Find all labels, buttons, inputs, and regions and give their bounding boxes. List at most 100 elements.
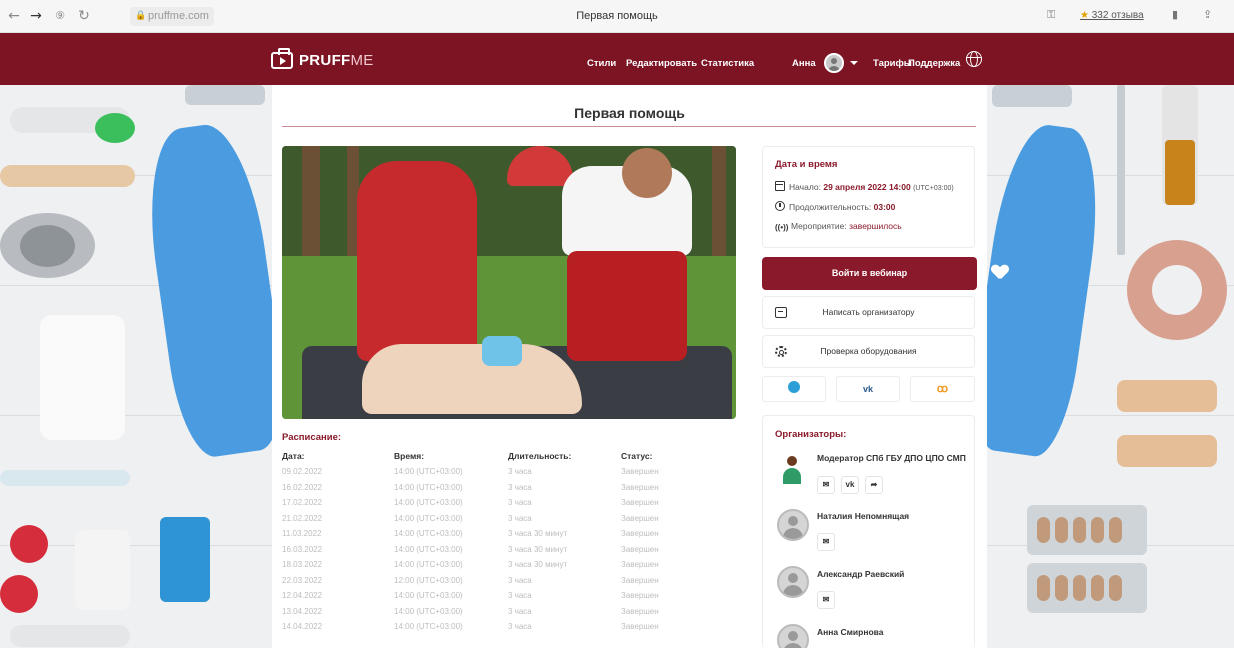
schedule-date: 16.02.2022 [282,482,323,492]
status-value: завершилось [849,221,902,231]
mail-icon[interactable]: ✉ [817,533,835,551]
timezone: (UTC+03:00) [913,185,954,192]
schedule-date: 11.03.2022 [282,529,322,538]
schedule-status: Завершен [621,544,659,554]
schedule-status: Завершен [621,529,659,538]
calendar-icon [775,181,785,191]
schedule-duration: 3 часа 30 минут [508,560,568,569]
user-name[interactable]: Анна [792,58,816,69]
schedule-header-time: Время: [394,451,425,461]
table-row: 22.03.2022 12:00 (UTC+03:00) 3 часа Заверше… [282,576,722,591]
schedule-time: 14:00 (UTC+03:00) [394,606,463,616]
schedule-status: Завершен [621,591,659,600]
share-page-icon[interactable]: ⇪ [1203,8,1212,21]
schedule-status: Завершен [621,575,659,585]
equipment-check-button[interactable]: Проверка оборудования [762,335,975,368]
share-vk-button[interactable]: vk [836,376,900,402]
schedule-date: 21.02.2022 [282,513,323,523]
schedule-duration: 3 часа 30 минут [508,544,568,554]
nav-styles[interactable]: Стили [587,58,616,69]
background-image-right [987,85,1234,648]
schedule-time: 14:00 (UTC+03:00) [394,467,463,476]
schedule-date: 09.02.2022 [282,467,323,476]
reviews-link[interactable]: ★ 332 отзыва [1080,10,1144,21]
mail-icon[interactable]: ✉ [817,591,835,609]
organizer-avatar [777,624,809,648]
organizer-avatar [777,566,809,598]
globe-icon[interactable] [966,51,982,67]
star-icon: ★ [1080,10,1089,21]
schedule-time: 14:00 (UTC+03:00) [394,498,463,507]
page-title: Первая помощь [574,105,685,121]
nav-pricing[interactable]: Тарифы [873,58,912,69]
gear-icon [775,346,787,357]
schedule-time: 14:00 (UTC+03:00) [394,529,463,538]
schedule-status: Завершен [621,606,659,616]
extension-icon[interactable]: ⚿ [1047,8,1055,22]
schedule-time: 14:00 (UTC+03:00) [394,513,463,523]
schedule-header-duration: Длительность: [508,451,572,461]
schedule-date: 13.04.2022 [282,606,323,616]
start-value: 29 апреля 2022 14:00 [823,182,911,192]
schedule-duration: 3 часа [508,467,532,476]
schedule-status: Завершен [621,467,659,476]
schedule-date: 22.03.2022 [282,575,323,585]
schedule-status: Завершен [621,513,659,523]
organizers-title: Организаторы: [775,429,847,440]
organizer-avatar [777,454,809,486]
schedule-date: 16.03.2022 [282,544,323,554]
vk-icon[interactable]: vk [841,476,859,494]
logo-text-suffix: ME [350,51,374,69]
date-time-title: Дата и время [775,159,838,170]
schedule-status: Завершен [621,482,659,492]
start-label: Начало: [789,182,821,192]
chat-icon [775,307,787,318]
start-row: Начало: 29 апреля 2022 14:00 (UTC+03:00) [775,181,954,192]
favorite-heart-icon[interactable] [992,265,1008,280]
table-row: 21.02.2022 14:00 (UTC+03:00) 3 часа Заверше… [282,514,722,529]
site-header: PRUFFME Стили Редактировать Статистика А… [0,33,1234,85]
nav-support[interactable]: Поддержка [908,58,960,69]
schedule-duration: 3 часа [508,513,532,523]
organizer-name: Наталия Непомнящая [817,511,910,521]
schedule-status: Завершен [621,498,659,507]
status-row: ((•)) Мероприятие: завершилось [775,221,902,233]
bookmark-icon[interactable]: ▮ [1172,8,1178,21]
telegram-icon [788,381,800,393]
share-icon[interactable]: ➦ [865,476,883,494]
schedule-date: 17.02.2022 [282,498,323,507]
equipment-check-label: Проверка оборудования [820,346,917,356]
share-ok-button[interactable]: ꝏ [910,376,975,402]
table-row: 11.03.2022 14:00 (UTC+03:00) 3 часа 30 мин… [282,529,722,544]
mail-icon[interactable]: ✉ [817,476,835,494]
date-time-panel: Дата и время Начало: 29 апреля 2022 14:0… [762,146,975,248]
table-row: 09.02.2022 14:00 (UTC+03:00) 3 часа Заверше… [282,467,722,482]
nav-edit[interactable]: Редактировать [626,58,697,69]
schedule-status: Завершен [621,622,659,631]
schedule-time: 14:00 (UTC+03:00) [394,482,463,492]
nav-statistics[interactable]: Статистика [701,58,754,69]
chevron-down-icon[interactable] [850,61,858,65]
message-organizer-button[interactable]: Написать организатору [762,296,975,329]
schedule-duration: 3 часа [508,606,532,616]
schedule-time: 14:00 (UTC+03:00) [394,560,463,569]
share-telegram-button[interactable] [762,376,826,402]
join-webinar-button[interactable]: Войти в вебинар [762,257,977,290]
schedule-duration: 3 часа [508,498,532,507]
organizer-name: Модератор СПб ГБУ ДПО ЦПО СМП [817,453,966,463]
pruffme-logo[interactable]: PRUFFME [271,47,374,70]
schedule-title: Расписание: [282,432,342,443]
table-row: 14.04.2022 14:00 (UTC+03:00) 3 часа Заверше… [282,622,722,637]
table-row: 18.03.2022 14:00 (UTC+03:00) 3 часа 30 мин… [282,560,722,575]
organizers-panel: Организаторы: Модератор СПб ГБУ ДПО ЦПО … [762,415,975,648]
schedule-duration: 3 часа [508,622,532,631]
logo-text-main: PRUFF [299,51,351,69]
schedule-header-date: Дата: [282,451,305,461]
clock-icon [775,201,785,211]
odnoklassniki-icon: ꝏ [936,383,949,395]
user-avatar[interactable] [824,53,844,73]
event-cover-image [282,146,736,419]
schedule-date: 14.04.2022 [282,622,323,631]
vk-icon: vk [862,384,873,394]
schedule-header-status: Статус: [621,451,653,461]
